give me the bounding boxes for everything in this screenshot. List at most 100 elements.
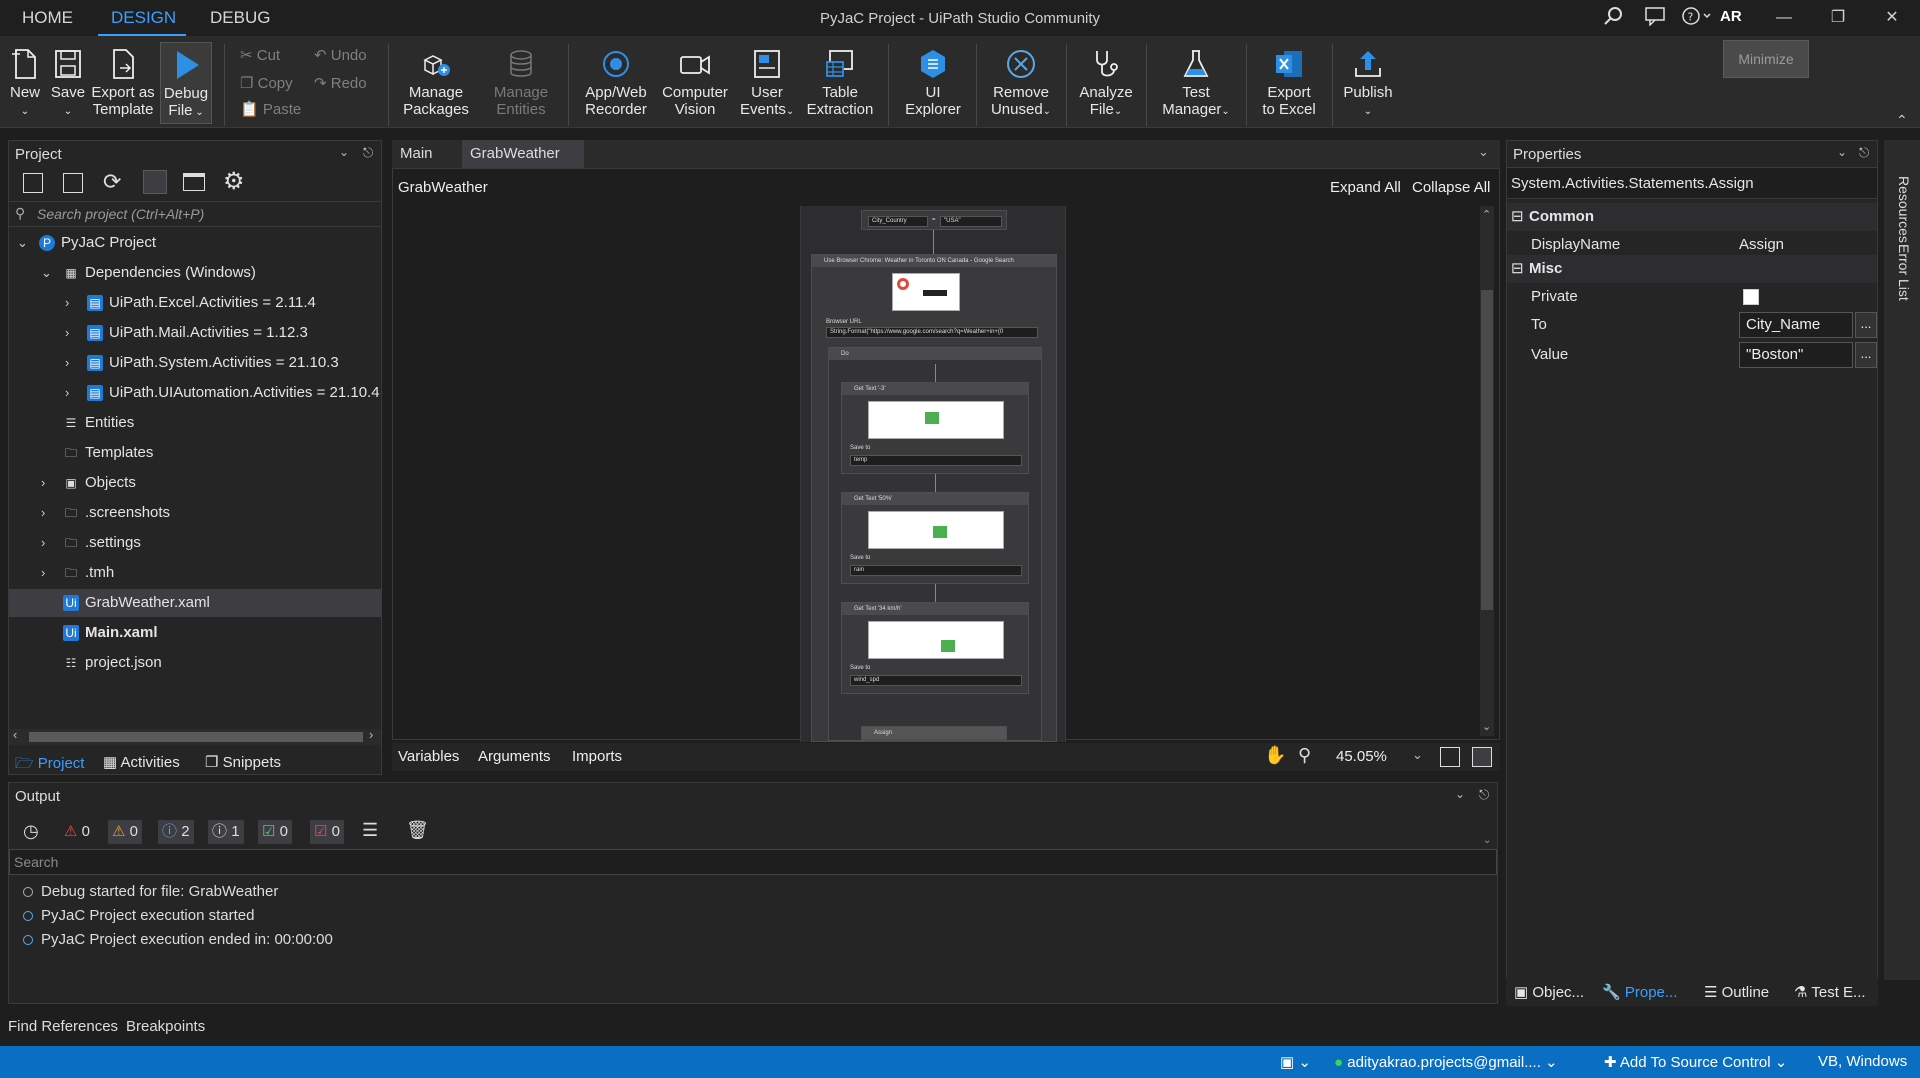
tree-item[interactable]: ⌄ ▦ Dependencies (Windows) (9, 259, 381, 287)
section-common[interactable]: ⊟ Common (1507, 203, 1877, 231)
open-folder-icon[interactable] (183, 173, 205, 191)
success-filter[interactable]: ☑ 0 (258, 820, 292, 844)
close-icon[interactable]: ✕ (1872, 4, 1912, 32)
redo-button[interactable]: ↷ Redo (314, 74, 367, 92)
use-browser-activity[interactable]: Use Browser Chrome: Weather in Toronto O… (811, 254, 1057, 742)
tab-object-repository[interactable]: ▣ Objec... (1514, 983, 1584, 1001)
find-references-tab[interactable]: Find References (8, 1018, 118, 1035)
save-to-field[interactable]: temp (850, 455, 1022, 466)
chevron-right-icon[interactable]: › (41, 529, 55, 557)
horizontal-scrollbar[interactable]: ‹ › (9, 727, 381, 745)
chevron-down-icon[interactable]: ⌄ (17, 229, 31, 257)
tree-item[interactable]: › 🗀 .screenshots (9, 499, 381, 527)
resources-tab[interactable]: Resources (1896, 176, 1912, 243)
export-template-button[interactable]: Export as Template (90, 42, 156, 124)
info-filter[interactable]: ⓘ 2 (158, 820, 194, 844)
analyze-file-button[interactable]: Analyze File⌄ (1074, 42, 1138, 124)
value-input[interactable]: "Boston" (1739, 342, 1853, 368)
avatar[interactable]: AR (1720, 8, 1742, 25)
tree-item[interactable]: › ▤ UiPath.UIAutomation.Activities = 21.10… (9, 379, 381, 407)
undo-button[interactable]: ↶ Undo (314, 46, 367, 64)
chevron-down-icon[interactable]: ⌄ (41, 259, 55, 287)
computer-vision-button[interactable]: Computer Vision (658, 42, 732, 124)
settings-gear-icon[interactable]: ⚙ (223, 167, 245, 196)
save-to-field[interactable]: rain (850, 565, 1022, 576)
zoom-search-icon[interactable]: ⚲ (1298, 745, 1311, 766)
ui-explorer-button[interactable]: UI Explorer (898, 42, 968, 124)
chevron-right-icon[interactable]: › (41, 499, 55, 527)
tree-item[interactable]: ⌄ P PyJaC Project (9, 229, 381, 257)
tree-item[interactable]: › 🗀 .settings (9, 529, 381, 557)
scroll-left-icon[interactable]: ‹ (13, 727, 17, 742)
overview-icon[interactable] (1472, 747, 1492, 767)
publish-button[interactable]: Publish ⌄ (1340, 42, 1396, 124)
tab-project[interactable]: 🗁 Project (15, 753, 84, 778)
source-control-button[interactable]: ✚ Add To Source Control ⌄ (1604, 1053, 1787, 1071)
scrollbar-thumb[interactable] (29, 732, 363, 742)
failed-filter[interactable]: ☑ 0 (310, 820, 344, 844)
expand-all-link[interactable]: Expand All (1330, 179, 1401, 196)
expand-all-icon[interactable] (23, 173, 43, 193)
do-sequence[interactable]: Do Get Text '-3' Save to temp Get Text '50%… (828, 347, 1042, 741)
manage-packages-button[interactable]: Manage Packages (400, 42, 472, 124)
remove-unused-button[interactable]: Remove Unused⌄ (984, 42, 1058, 124)
warnings-filter[interactable]: ⚠ 0 (108, 820, 142, 844)
private-checkbox[interactable] (1743, 289, 1759, 305)
tree-item[interactable]: › 🗀 .tmh (9, 559, 381, 587)
minimize-icon[interactable]: — (1764, 4, 1804, 32)
tab-variables[interactable]: Variables (398, 748, 459, 765)
hand-pan-icon[interactable]: ✋ (1264, 745, 1286, 766)
tab-properties[interactable]: 🔧 Prope... (1602, 983, 1677, 1001)
trace-filter[interactable]: ⓘ 1 (208, 820, 244, 844)
doc-tab-grabweather[interactable]: GrabWeather ✕ (462, 140, 584, 190)
assign-value-field[interactable]: "USA" (940, 216, 1002, 227)
tab-imports[interactable]: Imports (572, 748, 622, 765)
project-search[interactable]: ⚲ Search project (Ctrl+Alt+P) (9, 201, 381, 227)
help-icon[interactable]: ? (1680, 6, 1714, 30)
tab-outline[interactable]: ☰ Outline (1704, 983, 1769, 1001)
error-list-tab[interactable]: Error List (1896, 244, 1912, 301)
tree-item[interactable]: › ▣ Objects (9, 469, 381, 497)
panel-dropdown-icon[interactable]: ⌄ (1837, 145, 1847, 159)
copy-button[interactable]: ❐ Copy (240, 74, 293, 92)
tree-item[interactable]: › ▤ UiPath.Excel.Activities = 2.11.4 (9, 289, 381, 317)
debug-file-button[interactable]: Debug File ⌄ (160, 42, 212, 124)
breakpoints-tab[interactable]: Breakpoints (126, 1018, 205, 1035)
chevron-right-icon[interactable]: › (65, 349, 79, 377)
output-menu-icon[interactable]: ⌄ (1483, 835, 1491, 846)
errors-filter[interactable]: ⚠ 0 (60, 820, 94, 844)
cut-button[interactable]: ✂ Cut (240, 46, 280, 64)
tab-snippets[interactable]: ❐ Snippets (205, 753, 281, 771)
panel-dropdown-icon[interactable]: ⌄ (339, 145, 349, 159)
pin-icon[interactable]: ⎋ (363, 145, 373, 161)
fit-to-screen-icon[interactable] (1440, 747, 1460, 767)
tree-item[interactable]: ☰ Entities (9, 409, 381, 437)
scroll-up-icon[interactable]: ⌃ (1482, 208, 1491, 221)
to-expression-button[interactable]: ... (1855, 312, 1877, 338)
tree-item[interactable]: › ▤ UiPath.System.Activities = 21.10.3 (9, 349, 381, 377)
tab-activities[interactable]: ▦ Activities (103, 753, 180, 771)
feedback-icon[interactable] (1642, 6, 1668, 30)
collapse-section-icon[interactable]: ⊟ (1511, 255, 1524, 283)
zoom-level[interactable]: 45.05% (1336, 748, 1387, 765)
save-button[interactable]: Save ⌄ (48, 42, 88, 124)
collapse-all-icon[interactable] (63, 173, 83, 193)
chevron-right-icon[interactable]: › (41, 559, 55, 587)
designer-scrollbar-thumb[interactable] (1481, 290, 1493, 610)
tree-item[interactable]: Ui Main.xaml (9, 619, 381, 647)
save-to-field[interactable]: wind_spd (850, 675, 1022, 686)
chevron-right-icon[interactable]: › (65, 379, 79, 407)
output-search[interactable]: Search (9, 849, 1497, 875)
doc-tab-main[interactable]: Main (392, 140, 441, 168)
tree-item[interactable]: Ui GrabWeather.xaml (9, 589, 381, 617)
export-excel-button[interactable]: Export to Excel (1254, 42, 1324, 124)
account-status[interactable]: ● adityakrao.projects@gmail.... ⌄ (1334, 1053, 1558, 1071)
to-input[interactable]: City_Name (1739, 312, 1853, 338)
show-all-files-icon[interactable] (143, 170, 167, 194)
tabs-dropdown-icon[interactable]: ⌄ (1478, 144, 1489, 160)
chevron-right-icon[interactable]: › (65, 289, 79, 317)
clear-trash-icon[interactable]: 🗑 (406, 820, 429, 841)
zoom-dropdown-icon[interactable]: ⌄ (1412, 747, 1423, 763)
collapse-ribbon-icon[interactable]: ⌃ (1896, 112, 1908, 129)
chevron-right-icon[interactable]: › (65, 319, 79, 347)
